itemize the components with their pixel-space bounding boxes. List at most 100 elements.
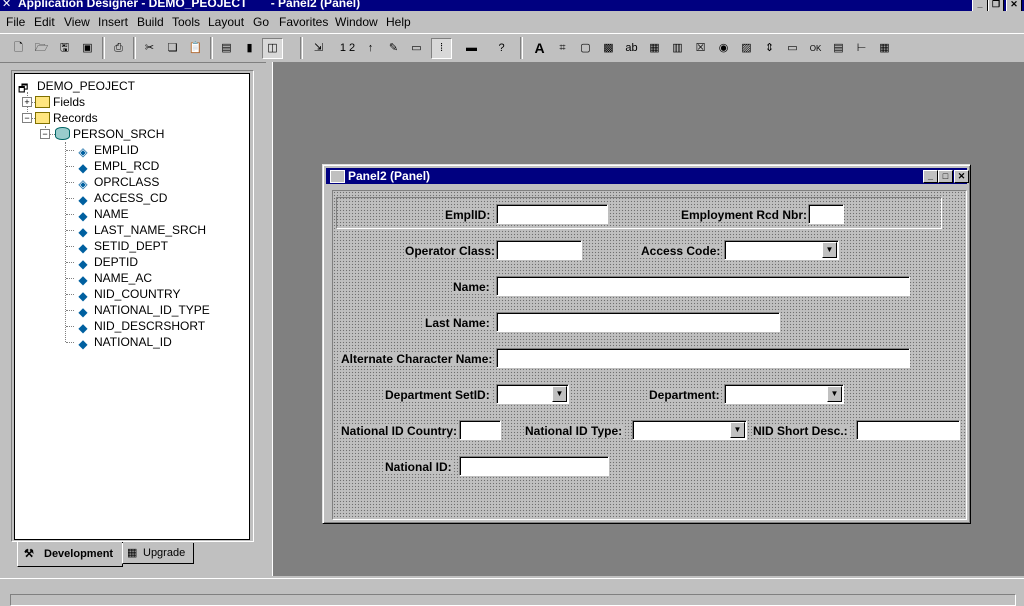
menu-tools[interactable]: Tools (172, 15, 200, 29)
save-icon[interactable]: 🖫 (54, 38, 75, 59)
grid-toggle-icon[interactable]: ⁞ (431, 38, 452, 59)
tree-item-field[interactable]: ◆ NAME_AC (75, 270, 152, 287)
image-field-icon[interactable]: ▨ (736, 38, 757, 59)
tab-development[interactable]: ⚒ Development (17, 542, 123, 567)
scroll-bar-icon[interactable]: ⇕ (759, 38, 780, 59)
edit-box-icon[interactable]: ab (621, 38, 642, 59)
tree-item-fields[interactable]: Fields (35, 94, 85, 110)
new-icon[interactable]: 🗋 (8, 38, 29, 59)
nid-type-dropdown[interactable]: ▼ (632, 420, 747, 440)
subpanel-icon[interactable]: ▤ (828, 38, 849, 59)
test-panel-icon[interactable]: ✎ (383, 38, 404, 59)
panel-maximize-button[interactable]: □ (938, 170, 953, 183)
tab-order-icon[interactable]: 1 2 (337, 38, 358, 59)
drop-down-icon[interactable]: ▥ (667, 38, 688, 59)
status-field (10, 594, 1016, 606)
menu-view[interactable]: View (64, 15, 90, 29)
project-tree[interactable]: + − − 🗗 DEMO_PEOJECT Fields Records PERSO… (14, 73, 250, 540)
prompt-arrow-icon[interactable]: ▼ (552, 386, 567, 402)
access-code-dropdown[interactable]: ▼ (724, 240, 839, 260)
tree-item-field[interactable]: ◈ OPRCLASS (75, 174, 159, 191)
static-text-icon[interactable]: A (529, 38, 550, 59)
menu-insert[interactable]: Insert (98, 15, 128, 29)
frame-icon[interactable]: ⌗ (552, 38, 573, 59)
expand-fields-toggle[interactable]: + (22, 97, 32, 107)
cut-icon[interactable]: ✂ (139, 38, 160, 59)
tree-item-field[interactable]: ◆ SETID_DEPT (75, 238, 168, 255)
app-title-bar: ✕ Application Designer - DEMO_PEOJECT - … (0, 0, 1024, 11)
build-icon[interactable]: ▮ (239, 38, 260, 59)
paste-icon[interactable]: 📋 (185, 38, 206, 59)
tree-item-field[interactable]: ◆ NATIONAL_ID_TYPE (75, 302, 210, 319)
chevron-down-icon[interactable]: ▼ (822, 242, 837, 258)
menu-help[interactable]: Help (386, 15, 411, 29)
emplid-field[interactable] (496, 204, 608, 224)
select-icon[interactable]: ⇲ (308, 38, 329, 59)
grid-icon[interactable]: ▦ (874, 38, 895, 59)
horizontal-rule-icon[interactable]: ▭ (782, 38, 803, 59)
tree-item-field[interactable]: ◈ EMPLID (75, 142, 138, 159)
tree-icon[interactable]: ⊢ (851, 38, 872, 59)
tree-item-field[interactable]: ◆ LAST_NAME_SRCH (75, 222, 207, 239)
empl-rcd-field[interactable] (808, 204, 844, 224)
properties-icon[interactable]: ▤ (216, 38, 237, 59)
menu-go[interactable]: Go (253, 15, 269, 29)
nid-country-field[interactable] (459, 420, 501, 440)
dept-setid-prompt-field[interactable]: ▼ (496, 384, 569, 404)
national-id-field[interactable] (459, 456, 609, 476)
close-button[interactable]: ✕ (1006, 0, 1022, 11)
tree-item-field[interactable]: ◆ NID_COUNTRY (75, 286, 180, 303)
print-icon[interactable]: ⎙ (108, 38, 129, 59)
field-order-icon[interactable]: ↑ (360, 38, 381, 59)
tree-item-field[interactable]: ◆ NATIONAL_ID (75, 334, 171, 351)
menu-favorites[interactable]: Favorites (279, 15, 328, 29)
help-icon[interactable]: ? (491, 38, 512, 59)
push-button-icon[interactable]: OK (805, 38, 826, 59)
project-icon: 🗗 (18, 83, 29, 95)
menu-window[interactable]: Window (335, 15, 378, 29)
tree-item-field[interactable]: ◆ ACCESS_CD (75, 190, 167, 207)
tab-upgrade[interactable]: ▦ Upgrade (122, 543, 194, 564)
operator-class-field[interactable] (496, 240, 582, 260)
image-icon[interactable]: ▩ (598, 38, 619, 59)
tree-item-person-srch[interactable]: PERSON_SRCH (55, 126, 164, 142)
tree-item-field[interactable]: ◆ EMPL_RCD (75, 158, 159, 175)
panel-minimize-button[interactable]: _ (923, 170, 938, 183)
panel-close-button[interactable]: ✕ (954, 170, 969, 183)
chevron-down-icon[interactable]: ▼ (730, 422, 745, 438)
menu-edit[interactable]: Edit (34, 15, 55, 29)
checkbox-icon[interactable]: ☒ (690, 38, 711, 59)
nid-short-desc-field[interactable] (856, 420, 960, 440)
tree-item-records[interactable]: Records (35, 110, 98, 126)
menu-build[interactable]: Build (137, 15, 164, 29)
menu-file[interactable]: File (6, 15, 25, 29)
restore-button[interactable]: ❐ (988, 0, 1004, 11)
prompt-arrow-icon[interactable]: ▼ (827, 386, 842, 402)
menu-layout[interactable]: Layout (208, 15, 244, 29)
tree-item-field[interactable]: ◆ NAME (75, 206, 128, 223)
panel-field-icon[interactable]: ▭ (406, 38, 427, 59)
tree-item-label: LAST_NAME_SRCH (94, 223, 207, 237)
open-icon[interactable]: 🗁 (31, 38, 52, 59)
tree-item-field[interactable]: ◆ DEPTID (75, 254, 138, 271)
group-box-icon[interactable]: ▢ (575, 38, 596, 59)
panel-window[interactable]: Panel2 (Panel) _ □ ✕ EmplID: Employment … (322, 164, 971, 524)
collapse-records-toggle[interactable]: − (22, 113, 32, 123)
tree-item-project[interactable]: 🗗 DEMO_PEOJECT (18, 78, 135, 95)
long-edit-icon[interactable]: ▦ (644, 38, 665, 59)
last-name-field[interactable] (496, 312, 780, 332)
radio-button-icon[interactable]: ◉ (713, 38, 734, 59)
tree-item-label: NATIONAL_ID_TYPE (94, 303, 210, 317)
panel-title-bar[interactable]: Panel2 (Panel) _ □ ✕ (326, 168, 969, 184)
save-all-icon[interactable]: ▣ (77, 38, 98, 59)
alt-char-name-field[interactable] (496, 348, 910, 368)
department-prompt-field[interactable]: ▼ (724, 384, 844, 404)
tree-item-field[interactable]: ◆ NID_DESCRSHORT (75, 318, 205, 335)
project-view-icon[interactable]: ◫ (262, 38, 283, 59)
minimize-button[interactable]: _ (972, 0, 988, 11)
collapse-record-toggle[interactable]: − (40, 129, 50, 139)
name-field[interactable] (496, 276, 910, 296)
pane-splitter[interactable] (266, 62, 273, 576)
copy-icon[interactable]: ❏ (162, 38, 183, 59)
align-icon[interactable]: ▬ (461, 38, 482, 59)
